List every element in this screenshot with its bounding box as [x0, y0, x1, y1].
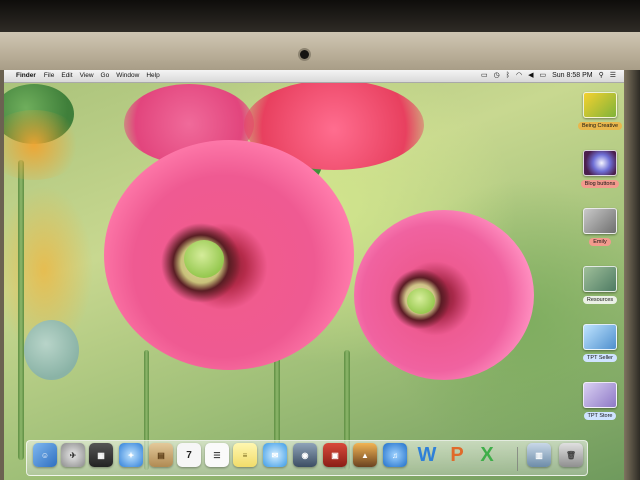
- desktop-icon-label: Emily: [589, 238, 611, 246]
- spotlight-search-icon[interactable]: ⚲: [599, 70, 604, 82]
- battery-icon[interactable]: ▭: [539, 70, 546, 82]
- desktop-icon-label: Blog buttons: [580, 180, 620, 188]
- folder-thumbnail: [583, 208, 617, 234]
- desktop-folder-being-creative[interactable]: Being Creative: [570, 92, 624, 130]
- wifi-icon[interactable]: ◠: [516, 70, 522, 82]
- desktop-folder-tpt-seller[interactable]: TPT Seller: [570, 324, 624, 362]
- dock-facetime-icon[interactable]: ◉: [293, 443, 317, 467]
- menu-help[interactable]: Help: [146, 70, 159, 82]
- menu-finder[interactable]: Finder: [16, 70, 36, 82]
- dock-notes-icon[interactable]: ≡: [233, 443, 257, 467]
- folder-thumbnail: [583, 150, 617, 176]
- dock-itunes-icon[interactable]: ♫: [383, 443, 407, 467]
- dock-finder-icon[interactable]: ☺: [33, 443, 57, 467]
- menu-file[interactable]: File: [44, 70, 54, 82]
- desktop-screen: Finder File Edit View Go Window Help ▭ ◷…: [4, 70, 624, 480]
- menu-edit[interactable]: Edit: [61, 70, 72, 82]
- dock-reminders-icon[interactable]: ☰: [205, 443, 229, 467]
- wallpaper-bud: [24, 320, 79, 380]
- time-machine-icon[interactable]: ◷: [494, 70, 500, 82]
- desktop-folder-tpt-store[interactable]: TPT Store: [570, 382, 624, 420]
- folder-thumbnail: [583, 324, 617, 350]
- dock-launchpad-icon[interactable]: ✈: [61, 443, 85, 467]
- bluetooth-icon[interactable]: ᛒ: [506, 70, 510, 82]
- calendar-day: 7: [186, 449, 192, 461]
- wallpaper-poppy-pistil: [184, 240, 224, 278]
- desktop-icon-label: TPT Store: [583, 412, 617, 420]
- excel-letter: X: [480, 443, 494, 466]
- dock-calendar-icon[interactable]: 7: [177, 443, 201, 467]
- dock-downloads-stack-icon[interactable]: ▥: [527, 443, 551, 467]
- wallpaper-poppy-pistil: [407, 288, 435, 314]
- volume-icon[interactable]: ◀: [528, 70, 533, 82]
- desktop-folder-blog-buttons[interactable]: Blog buttons: [570, 150, 624, 188]
- folder-thumbnail: [583, 92, 617, 118]
- notification-center-icon[interactable]: ☰: [610, 70, 616, 82]
- dock-contacts-icon[interactable]: ▤: [149, 443, 173, 467]
- desktop-icon-label: Resources: [582, 296, 618, 304]
- desktop-icon-label: TPT Seller: [583, 354, 617, 362]
- dock-excel-icon[interactable]: X: [475, 443, 499, 467]
- folder-thumbnail: [583, 382, 617, 408]
- menu-extras: ▭ ◷ ᛒ ◠ ◀ ▭ Sun 8:58 PM ⚲ ☰: [475, 70, 616, 82]
- dock-iphoto-icon[interactable]: ▲: [353, 443, 377, 467]
- wallpaper-stem: [18, 160, 24, 460]
- screen-mirroring-icon[interactable]: ▭: [481, 70, 488, 82]
- dock-word-icon[interactable]: W: [415, 443, 439, 467]
- menu-bar: Finder File Edit View Go Window Help ▭ ◷…: [4, 70, 624, 83]
- menubar-clock[interactable]: Sun 8:58 PM: [552, 70, 592, 82]
- menu-window[interactable]: Window: [116, 70, 139, 82]
- desktop-icon-label: Being Creative: [577, 122, 623, 130]
- desktop-folder-resources[interactable]: Resources: [570, 266, 624, 304]
- desktop-folder-emily[interactable]: Emily: [570, 208, 624, 246]
- powerpoint-letter: P: [450, 443, 464, 466]
- dock-messages-icon[interactable]: ✉: [263, 443, 287, 467]
- dock-powerpoint-icon[interactable]: P: [445, 443, 469, 467]
- dock: ☺ ✈ ▦ ✦ ▤ 7 ☰ ≡ ✉ ◉ ▣ ▲ ♫ W P X ▥ 🗑: [26, 440, 588, 476]
- word-letter: W: [417, 443, 437, 466]
- dock-divider: [517, 447, 518, 471]
- laptop-bezel-right: [624, 70, 640, 480]
- menu-view[interactable]: View: [80, 70, 94, 82]
- dock-safari-icon[interactable]: ✦: [119, 443, 143, 467]
- webcam: [300, 50, 309, 59]
- dock-trash-icon[interactable]: 🗑: [559, 443, 583, 467]
- folder-thumbnail: [583, 266, 617, 292]
- dock-mission-control-icon[interactable]: ▦: [89, 443, 113, 467]
- dock-photo-booth-icon[interactable]: ▣: [323, 443, 347, 467]
- laptop-bezel-lip: [0, 32, 640, 70]
- menu-go[interactable]: Go: [101, 70, 110, 82]
